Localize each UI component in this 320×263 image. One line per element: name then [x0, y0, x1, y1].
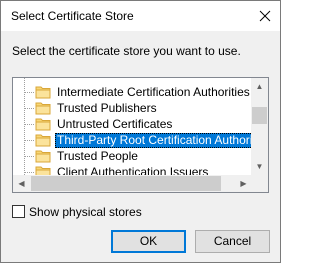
tree-item-label: Intermediate Certification Authorities — [57, 85, 250, 99]
horizontal-scrollbar[interactable]: ◀ ▶ — [13, 175, 252, 192]
certificate-store-tree[interactable]: Intermediate Certification Authorities T… — [12, 77, 269, 193]
scroll-left-arrow-icon[interactable]: ◀ — [13, 175, 30, 192]
tree-item-label: Trusted Publishers — [57, 101, 157, 115]
folder-icon — [35, 166, 51, 175]
instruction-text: Select the certificate store you want to… — [12, 44, 241, 58]
folder-icon — [35, 150, 51, 163]
folder-icon — [35, 102, 51, 115]
close-button[interactable] — [250, 1, 280, 31]
tree-item-label: Trusted People — [57, 149, 138, 163]
folder-icon — [35, 118, 51, 131]
tree-item-third-party-root-ca[interactable]: Third-Party Root Certification Authoriti… — [13, 132, 252, 148]
vertical-scrollbar[interactable]: ▲ ▼ — [251, 78, 268, 175]
tree-item-label-selected: Third-Party Root Certification Authoriti… — [55, 133, 252, 148]
scroll-right-arrow-icon[interactable]: ▶ — [235, 175, 252, 192]
close-icon — [259, 10, 271, 22]
tree-connector — [25, 124, 34, 125]
tree-item-label: Client Authentication Issuers — [57, 165, 209, 175]
tree-item-untrusted-certificates[interactable]: Untrusted Certificates — [13, 116, 252, 132]
ok-button[interactable]: OK — [111, 230, 186, 253]
horizontal-scroll-thumb[interactable] — [31, 176, 221, 191]
tree-connector — [25, 92, 34, 93]
folder-icon — [35, 134, 51, 147]
scrollbar-corner — [251, 175, 268, 192]
tree-connector — [25, 108, 34, 109]
vertical-scroll-thumb[interactable] — [252, 107, 267, 124]
select-certificate-store-dialog: Select Certificate Store Select the cert… — [0, 0, 281, 263]
tree-item-trusted-people[interactable]: Trusted People — [13, 148, 252, 164]
tree-connector — [25, 140, 34, 141]
tree-item-client-authentication-issuers[interactable]: Client Authentication Issuers — [13, 164, 252, 175]
title-bar[interactable]: Select Certificate Store — [1, 1, 280, 31]
cancel-button[interactable]: Cancel — [195, 230, 270, 253]
show-physical-stores-checkbox[interactable] — [12, 205, 25, 218]
tree-item-label: Untrusted Certificates — [57, 117, 173, 131]
dialog-title: Select Certificate Store — [11, 9, 134, 23]
folder-icon — [35, 86, 51, 99]
scroll-down-arrow-icon[interactable]: ▼ — [251, 158, 268, 175]
tree-item-trusted-publishers[interactable]: Trusted Publishers — [13, 100, 252, 116]
tree-connector — [25, 156, 34, 157]
scroll-up-arrow-icon[interactable]: ▲ — [251, 78, 268, 95]
show-physical-stores-label[interactable]: Show physical stores — [29, 205, 142, 219]
tree-connector — [25, 172, 34, 173]
tree-viewport: Intermediate Certification Authorities T… — [13, 78, 252, 175]
tree-item-intermediate-ca[interactable]: Intermediate Certification Authorities — [13, 84, 252, 100]
